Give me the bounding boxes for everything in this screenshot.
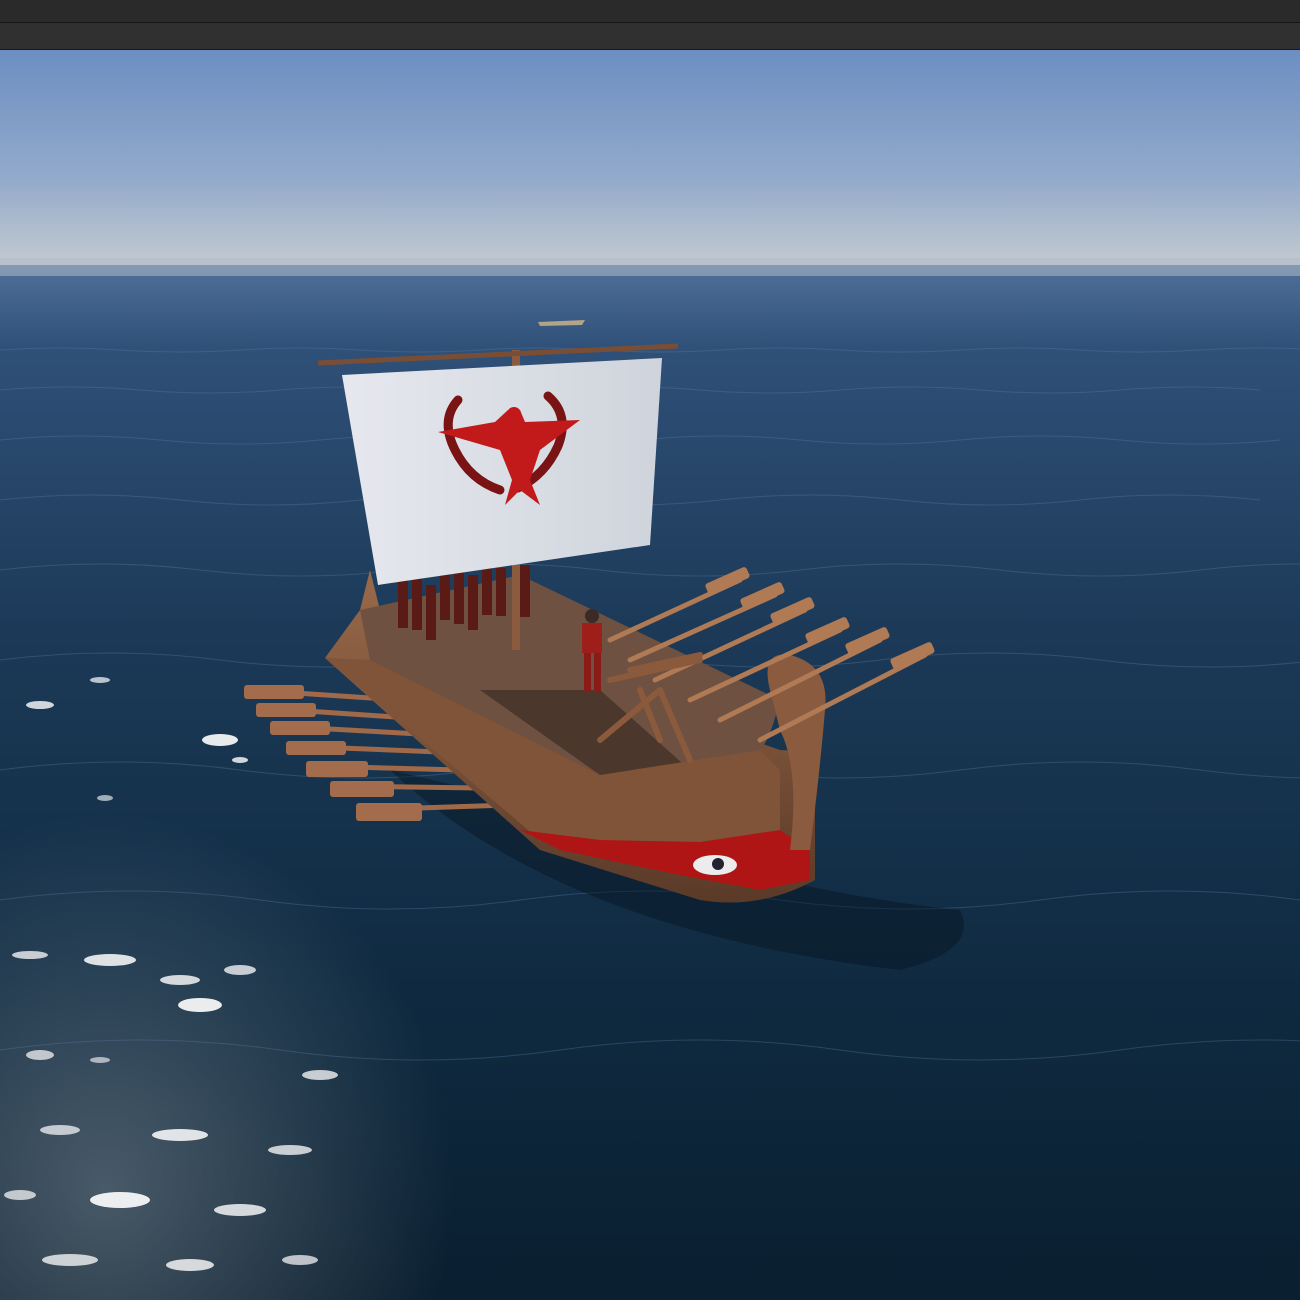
game-window: [0, 0, 1300, 1300]
hull-eye-emblem: [693, 855, 737, 875]
sky: [0, 50, 1300, 265]
scene-render: [0, 50, 1300, 1300]
horizon-haze: [0, 258, 1300, 276]
game-viewport[interactable]: [0, 50, 1300, 1300]
title-bar: [0, 0, 1300, 23]
editor-toolbar: [0, 23, 1300, 50]
